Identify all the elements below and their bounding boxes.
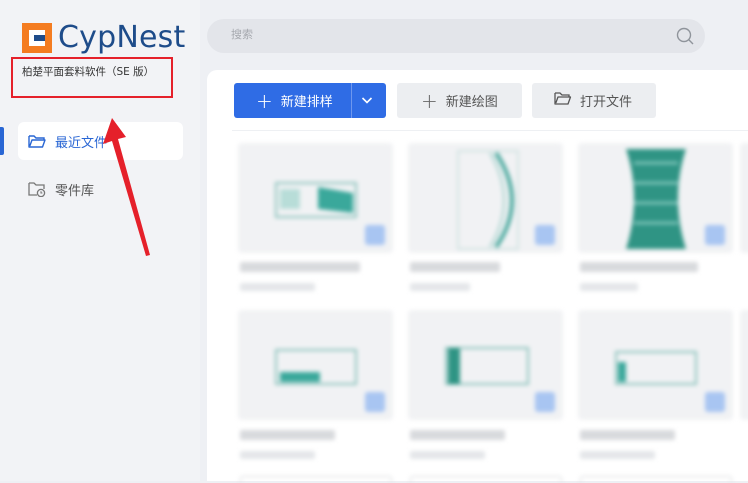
file-thumbnail[interactable] xyxy=(740,143,748,253)
file-card-edge xyxy=(240,476,392,483)
folder-clock-icon xyxy=(28,180,46,198)
file-type-badge xyxy=(705,225,725,245)
file-date xyxy=(580,451,655,459)
logo-text: CypNest xyxy=(58,20,186,55)
search-icon[interactable] xyxy=(675,26,695,50)
new-nest-label: 新建排样 xyxy=(280,95,333,110)
new-nest-button[interactable]: + 新建排样 xyxy=(234,83,386,118)
file-thumbnail[interactable] xyxy=(740,310,748,420)
search-bar[interactable] xyxy=(207,19,705,53)
file-thumbnail[interactable] xyxy=(238,143,393,253)
new-drawing-button[interactable]: + 新建绘图 xyxy=(397,83,522,118)
open-file-label: 打开文件 xyxy=(580,95,633,110)
file-type-badge xyxy=(365,392,385,412)
file-date xyxy=(410,451,485,459)
app-logo: CypNest xyxy=(22,20,185,55)
file-name xyxy=(240,430,335,440)
file-type-badge xyxy=(365,225,385,245)
file-type-badge xyxy=(535,225,555,245)
divider xyxy=(232,130,748,131)
file-date xyxy=(240,283,315,291)
open-file-button[interactable]: 打开文件 xyxy=(532,83,656,118)
file-thumbnail[interactable] xyxy=(408,310,563,420)
file-type-badge xyxy=(535,392,555,412)
search-input[interactable] xyxy=(229,27,653,42)
file-card-edge xyxy=(410,476,562,483)
file-date xyxy=(580,283,638,291)
file-type-badge xyxy=(705,392,725,412)
file-name xyxy=(580,430,675,440)
file-name xyxy=(240,262,360,272)
plus-icon: + xyxy=(421,88,438,113)
file-name xyxy=(410,262,500,272)
folder-icon xyxy=(554,91,572,110)
plus-icon: + xyxy=(256,88,273,113)
sidebar-item-label: 零件库 xyxy=(55,183,95,199)
button-separator xyxy=(351,83,352,118)
chevron-down-icon[interactable] xyxy=(360,93,374,111)
file-thumbnail[interactable] xyxy=(408,143,563,253)
new-drawing-label: 新建绘图 xyxy=(445,95,498,110)
file-name xyxy=(580,262,698,272)
file-thumbnail[interactable] xyxy=(238,310,393,420)
file-thumbnail[interactable] xyxy=(578,310,733,420)
active-indicator xyxy=(0,127,4,155)
file-thumbnail[interactable] xyxy=(578,143,733,253)
file-card-edge xyxy=(580,476,732,483)
folder-open-icon xyxy=(28,132,46,150)
file-date xyxy=(410,283,470,291)
annotation-highlight-box xyxy=(11,57,173,98)
annotation-arrow-icon xyxy=(103,118,150,256)
cypnest-logo-icon xyxy=(22,22,52,53)
file-date xyxy=(240,451,315,459)
file-name xyxy=(410,430,505,440)
